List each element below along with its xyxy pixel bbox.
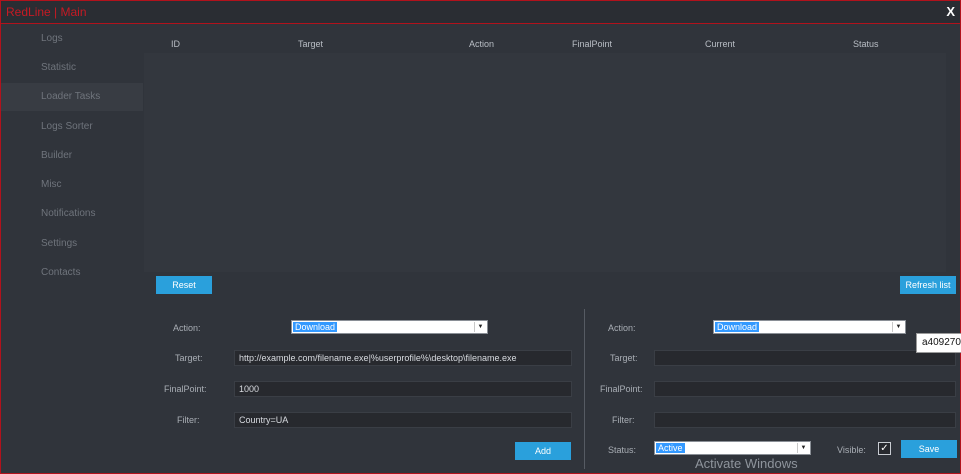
right-status-select[interactable]: Active ▼ [654,441,811,455]
right-finalpoint-field[interactable] [654,381,956,397]
right-status-label: Status: [608,445,637,455]
sidebar-item-loader-tasks[interactable]: Loader Tasks [1,83,143,111]
left-action-select[interactable]: Download ▼ [291,320,488,334]
window-title: RedLine | Main [6,5,87,19]
right-action-selected-value: Download [715,322,760,332]
left-finalpoint-label: FinalPoint: [164,384,207,394]
column-header-target[interactable]: Target [298,39,323,49]
main-window: RedLine | Main X Logs Statistic Loader T… [0,0,961,474]
right-finalpoint-label: FinalPoint: [600,384,643,394]
tooltip: a409270 [916,333,961,353]
right-filter-field[interactable] [654,412,956,428]
left-filter-field[interactable]: Country=UA [234,412,572,428]
refresh-list-button[interactable]: Refresh list [900,276,956,294]
column-header-finalpoint[interactable]: FinalPoint [572,39,612,49]
right-target-label: Target: [610,353,638,363]
add-button[interactable]: Add [515,442,571,460]
title-bar[interactable]: RedLine | Main X [1,1,960,24]
left-target-field[interactable]: http://example.com/filename.exe|%userpro… [234,350,572,366]
right-action-label: Action: [608,323,636,333]
left-action-selected-value: Download [293,322,338,332]
left-target-label: Target: [175,353,203,363]
column-header-status[interactable]: Status [853,39,879,49]
table-header: ID Target Action FinalPoint Current Stat… [144,36,946,53]
visible-checkbox[interactable]: ✓ [878,442,891,455]
right-filter-label: Filter: [612,415,635,425]
chevron-down-icon[interactable]: ▼ [892,322,904,332]
sidebar-item-logs-sorter[interactable]: Logs Sorter [1,113,143,141]
left-filter-label: Filter: [177,415,200,425]
right-target-field[interactable] [654,350,956,366]
form-divider [584,309,585,469]
chevron-down-icon[interactable]: ▼ [474,322,486,332]
right-status-selected-value: Active [656,443,685,453]
activate-windows-watermark: Activate Windows [695,456,798,471]
column-header-current[interactable]: Current [705,39,735,49]
sidebar-item-statistic[interactable]: Statistic [1,54,143,82]
left-finalpoint-field[interactable]: 1000 [234,381,572,397]
sidebar-item-misc[interactable]: Misc [1,171,143,199]
column-header-id[interactable]: ID [171,39,180,49]
sidebar-item-builder[interactable]: Builder [1,142,143,170]
chevron-down-icon[interactable]: ▼ [797,443,809,453]
save-button[interactable]: Save [901,440,957,458]
left-action-label: Action: [173,323,201,333]
sidebar-item-contacts[interactable]: Contacts [1,259,143,287]
column-header-action[interactable]: Action [469,39,494,49]
visible-label: Visible: [837,445,866,455]
sidebar-item-logs[interactable]: Logs [1,25,143,53]
reset-button[interactable]: Reset [156,276,212,294]
right-action-select[interactable]: Download ▼ [713,320,906,334]
check-icon: ✓ [880,443,889,454]
tasks-table[interactable]: ID Target Action FinalPoint Current Stat… [144,36,946,272]
sidebar-item-notifications[interactable]: Notifications [1,200,143,228]
sidebar-item-settings[interactable]: Settings [1,230,143,258]
close-icon[interactable]: X [946,4,955,19]
